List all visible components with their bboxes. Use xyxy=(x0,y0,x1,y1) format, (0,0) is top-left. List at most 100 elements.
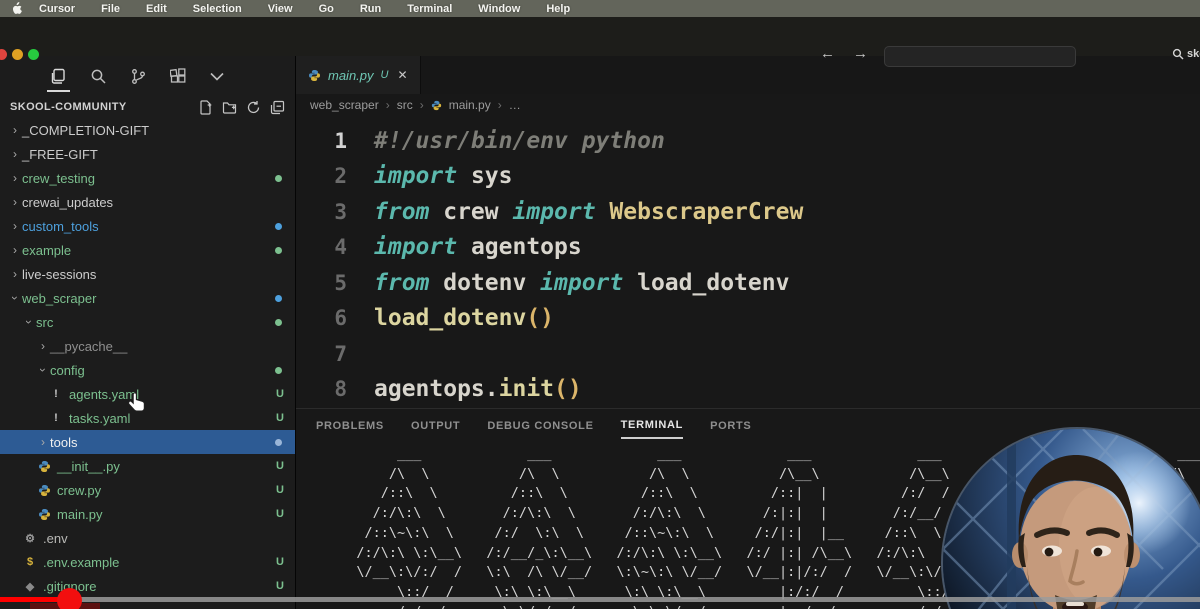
menu-run[interactable]: Run xyxy=(347,3,394,15)
menu-view[interactable]: View xyxy=(255,3,306,15)
minimize-window-button[interactable] xyxy=(12,49,23,60)
tree-item-env[interactable]: ⚙ .env xyxy=(0,526,295,550)
code-line: 3 from crew import WebscraperCrew xyxy=(296,194,1200,230)
menu-file[interactable]: File xyxy=(88,3,133,15)
tab-debug-console[interactable]: DEBUG CONSOLE xyxy=(487,414,593,438)
refresh-icon[interactable] xyxy=(246,100,261,115)
hand-cursor-icon xyxy=(127,392,147,414)
tab-modified-badge: U xyxy=(381,69,389,81)
tree-item-web-scraper[interactable]: › web_scraper xyxy=(0,286,295,310)
tree-item-tools[interactable]: › tools xyxy=(0,430,295,454)
tree-item-agents-yaml[interactable]: ! agents.yaml U xyxy=(0,382,295,406)
menu-terminal[interactable]: Terminal xyxy=(394,3,465,15)
git-untracked-badge: U xyxy=(276,580,284,592)
code-line: 7 xyxy=(296,336,1200,372)
code-line: 4 import agentops xyxy=(296,230,1200,266)
breadcrumb-src[interactable]: src xyxy=(397,98,413,112)
activity-bar xyxy=(0,56,295,96)
git-status-dot xyxy=(275,223,282,230)
tree-item-free-gift[interactable]: › _FREE-GIFT xyxy=(0,142,295,166)
tree-item-live-sessions[interactable]: › live-sessions xyxy=(0,262,295,286)
video-progress-track[interactable] xyxy=(0,597,1200,602)
menu-window[interactable]: Window xyxy=(465,3,533,15)
git-status-dot xyxy=(275,295,282,302)
window-titlebar: ← → sko xyxy=(0,17,1200,56)
chevron-down-icon[interactable] xyxy=(210,64,224,88)
video-playhead[interactable] xyxy=(57,588,82,609)
tree-item-crew-py[interactable]: crew.py U xyxy=(0,478,295,502)
git-untracked-badge: U xyxy=(276,460,284,472)
tree-item-gitignore[interactable]: ◆ .gitignore U xyxy=(0,574,295,598)
line-number: 2 xyxy=(296,164,374,188)
chevron-right-icon: › xyxy=(8,243,22,257)
collapse-folders-icon[interactable] xyxy=(270,100,285,115)
command-search-input[interactable] xyxy=(884,46,1076,67)
line-number: 8 xyxy=(296,377,374,401)
chevron-down-icon: › xyxy=(22,315,36,329)
code-token: dotenv xyxy=(429,270,540,296)
tree-item-label: example xyxy=(22,243,71,258)
chevron-right-icon: › xyxy=(8,171,22,185)
tree-item-config[interactable]: › config xyxy=(0,358,295,382)
code-line: 1 #!/usr/bin/env python xyxy=(296,123,1200,159)
tree-item-example[interactable]: › example xyxy=(0,238,295,262)
tree-item-label: config xyxy=(50,363,85,378)
nav-back-icon[interactable]: ← xyxy=(820,45,835,62)
tab-main-py[interactable]: main.py U ✕ xyxy=(296,56,421,94)
tree-item-label: custom_tools xyxy=(22,219,99,234)
menu-selection[interactable]: Selection xyxy=(180,3,255,15)
breadcrumb-main-py[interactable]: main.py xyxy=(449,98,491,112)
search-icon[interactable] xyxy=(90,64,107,88)
file-tree: › _COMPLETION-GIFT › _FREE-GIFT › crew_t… xyxy=(0,118,295,598)
tree-item-init-py[interactable]: __init__.py U xyxy=(0,454,295,478)
tab-output[interactable]: OUTPUT xyxy=(411,414,460,438)
new-file-icon[interactable] xyxy=(198,100,213,115)
menu-go[interactable]: Go xyxy=(306,3,347,15)
menu-help[interactable]: Help xyxy=(533,3,583,15)
tree-item-src[interactable]: › src xyxy=(0,310,295,334)
breadcrumb-symbol[interactable]: … xyxy=(509,98,521,112)
code-line: 2 import sys xyxy=(296,159,1200,195)
git-untracked-badge: U xyxy=(276,508,284,520)
menu-cursor[interactable]: Cursor xyxy=(26,3,88,15)
tree-item-completion-gift[interactable]: › _COMPLETION-GIFT xyxy=(0,118,295,142)
explorer-icon[interactable] xyxy=(50,64,67,88)
python-file-icon xyxy=(308,69,321,82)
tab-problems[interactable]: PROBLEMS xyxy=(316,414,384,438)
tree-item-label: __pycache__ xyxy=(50,339,127,354)
breadcrumb-web-scraper[interactable]: web_scraper xyxy=(310,98,379,112)
tab-ports[interactable]: PORTS xyxy=(710,414,751,438)
close-icon[interactable]: ✕ xyxy=(397,68,407,82)
tree-item-crewai-updates[interactable]: › crewai_updates xyxy=(0,190,295,214)
chevron-right-icon: › xyxy=(8,147,22,161)
line-number: 4 xyxy=(296,235,374,259)
code-token: from xyxy=(374,270,429,296)
tree-item-pycache[interactable]: › __pycache__ xyxy=(0,334,295,358)
nav-forward-icon[interactable]: → xyxy=(853,45,868,62)
code-line: 5 from dotenv import load_dotenv xyxy=(296,265,1200,301)
code-token: init xyxy=(499,376,554,402)
new-folder-icon[interactable] xyxy=(222,100,237,115)
code-editor[interactable]: 1 #!/usr/bin/env python 2 import sys 3 f… xyxy=(296,116,1200,408)
tree-item-label: .env.example xyxy=(43,555,119,570)
code-line: 8 agentops.init() xyxy=(296,372,1200,408)
line-number: 1 xyxy=(296,129,374,153)
python-file-icon xyxy=(36,460,52,473)
tree-item-main-py[interactable]: main.py U xyxy=(0,502,295,526)
zoom-window-button[interactable] xyxy=(28,49,39,60)
tree-item-label: __init__.py xyxy=(57,459,120,474)
apple-icon[interactable] xyxy=(6,2,26,15)
source-control-icon[interactable] xyxy=(130,64,147,88)
tab-terminal[interactable]: TERMINAL xyxy=(621,413,683,439)
tree-item-crew-testing[interactable]: › crew_testing xyxy=(0,166,295,190)
tree-item-env-example[interactable]: $ .env.example U xyxy=(0,550,295,574)
sidebar: SKOOL-COMMUNITY › _COMPLETION-GIFT › _FR… xyxy=(0,56,296,609)
tree-item-tasks-yaml[interactable]: ! tasks.yaml U xyxy=(0,406,295,430)
menu-edit[interactable]: Edit xyxy=(133,3,180,15)
tree-item-custom-tools[interactable]: › custom_tools xyxy=(0,214,295,238)
extensions-icon[interactable] xyxy=(170,64,187,88)
chevron-right-icon: › xyxy=(498,98,502,112)
code-token: #!/usr/bin/env python xyxy=(374,128,665,154)
python-file-icon xyxy=(36,484,52,497)
git-file-icon: ◆ xyxy=(22,580,38,593)
